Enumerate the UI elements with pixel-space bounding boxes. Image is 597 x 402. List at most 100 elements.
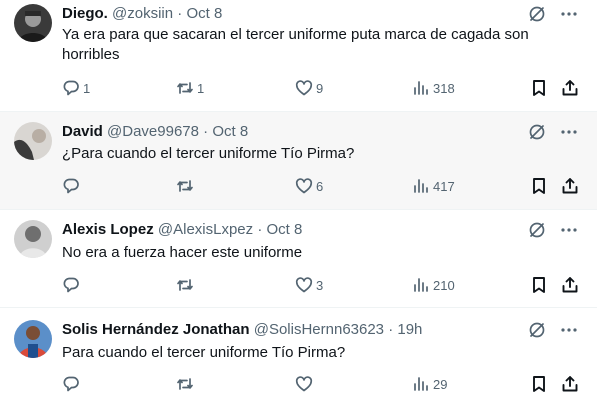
- separator-dot: ·: [203, 123, 209, 140]
- reply-icon: [62, 276, 80, 294]
- tweet[interactable]: David @Dave99678 · Oct 8 ¿Para cuando el…: [0, 112, 597, 210]
- display-name[interactable]: Solis Hernández Jonathan: [62, 321, 250, 338]
- repost-button[interactable]: [176, 374, 197, 394]
- views-count: 210: [433, 277, 455, 293]
- share-icon: [561, 375, 579, 393]
- display-name[interactable]: Diego.: [62, 5, 108, 22]
- share-button[interactable]: [561, 275, 579, 295]
- repost-button[interactable]: 1: [176, 78, 204, 98]
- like-icon: [295, 177, 313, 195]
- tweet-text: Ya era para que sacaran el tercer unifor…: [62, 26, 529, 63]
- action-bar: 3 210: [54, 275, 585, 295]
- like-count: 9: [316, 80, 324, 96]
- bookmark-icon: [530, 177, 548, 195]
- views-icon: [412, 177, 430, 195]
- more-icon[interactable]: [559, 122, 579, 142]
- reply-icon: [62, 79, 80, 97]
- repost-icon: [176, 276, 194, 294]
- views-count: 318: [433, 80, 455, 96]
- reply-button[interactable]: [62, 374, 83, 394]
- reply-button[interactable]: 1: [62, 78, 90, 98]
- share-button[interactable]: [561, 78, 579, 98]
- action-bar: 1 1 9 318: [54, 78, 585, 98]
- display-name[interactable]: Alexis Lopez: [62, 221, 154, 238]
- separator-dot: ·: [388, 321, 394, 338]
- bookmark-button[interactable]: [530, 275, 548, 295]
- views-button[interactable]: 210: [412, 275, 455, 295]
- like-button[interactable]: 6: [295, 176, 323, 196]
- tweet-header: Solis Hernández Jonathan @SolisHernn6362…: [62, 320, 533, 340]
- views-button[interactable]: 29: [412, 374, 447, 394]
- tweet[interactable]: Alexis Lopez @AlexisLxpez · Oct 8 No era…: [0, 210, 597, 308]
- avatar[interactable]: [14, 320, 52, 358]
- bookmark-button[interactable]: [530, 78, 548, 98]
- timestamp[interactable]: Oct 8: [212, 123, 248, 140]
- like-button[interactable]: [295, 374, 316, 394]
- more-icon[interactable]: [559, 220, 579, 240]
- repost-button[interactable]: [176, 275, 197, 295]
- tweet-header: Diego. @zoksiin · Oct 8: [62, 4, 533, 24]
- tweet-top-actions: [527, 4, 579, 24]
- user-handle[interactable]: @SolisHernn63623: [254, 321, 384, 338]
- repost-icon: [176, 375, 194, 393]
- views-button[interactable]: 417: [412, 176, 455, 196]
- like-button[interactable]: 9: [295, 78, 323, 98]
- action-bar: 29: [54, 374, 585, 394]
- tweet-text: No era a fuerza hacer este uniforme: [62, 244, 303, 261]
- bookmark-button[interactable]: [530, 374, 548, 394]
- tweet-top-actions: [527, 122, 579, 142]
- display-name[interactable]: David: [62, 123, 103, 140]
- like-icon: [295, 276, 313, 294]
- repost-icon: [176, 177, 194, 195]
- grok-icon[interactable]: [527, 4, 547, 24]
- like-button[interactable]: 3: [295, 275, 323, 295]
- grok-icon[interactable]: [527, 220, 547, 240]
- bookmark-icon: [530, 375, 548, 393]
- tweet[interactable]: Solis Hernández Jonathan @SolisHernn6362…: [0, 308, 597, 402]
- views-icon: [412, 276, 430, 294]
- share-icon: [561, 79, 579, 97]
- tweet-top-actions: [527, 320, 579, 340]
- avatar[interactable]: [14, 4, 52, 42]
- timestamp[interactable]: Oct 8: [186, 5, 222, 22]
- timestamp[interactable]: Oct 8: [267, 221, 303, 238]
- share-icon: [561, 276, 579, 294]
- like-count: 3: [316, 277, 324, 293]
- reply-button[interactable]: [62, 275, 83, 295]
- views-count: 417: [433, 178, 455, 194]
- avatar[interactable]: [14, 220, 52, 258]
- share-button[interactable]: [561, 374, 579, 394]
- views-icon: [412, 79, 430, 97]
- repost-button[interactable]: [176, 176, 197, 196]
- grok-icon[interactable]: [527, 320, 547, 340]
- separator-dot: ·: [177, 5, 183, 22]
- user-handle[interactable]: @zoksiin: [112, 5, 173, 22]
- repost-icon: [176, 79, 194, 97]
- user-handle[interactable]: @AlexisLxpez: [158, 221, 253, 238]
- tweet[interactable]: Diego. @zoksiin · Oct 8 Ya era para que …: [0, 0, 597, 112]
- views-icon: [412, 375, 430, 393]
- like-icon: [295, 375, 313, 393]
- views-button[interactable]: 318: [412, 78, 455, 98]
- tweet-text: ¿Para cuando el tercer uniforme Tío Pirm…: [62, 145, 355, 162]
- more-icon[interactable]: [559, 320, 579, 340]
- timestamp[interactable]: 19h: [397, 321, 422, 338]
- share-button[interactable]: [561, 176, 579, 196]
- tweet-text: Para cuando el tercer uniforme Tío Pirma…: [62, 344, 346, 361]
- tweet-top-actions: [527, 220, 579, 240]
- user-handle[interactable]: @Dave99678: [107, 123, 199, 140]
- reply-feed: Diego. @zoksiin · Oct 8 Ya era para que …: [0, 0, 597, 402]
- reply-button[interactable]: [62, 176, 83, 196]
- more-icon[interactable]: [559, 4, 579, 24]
- grok-icon[interactable]: [527, 122, 547, 142]
- reply-icon: [62, 177, 80, 195]
- like-icon: [295, 79, 313, 97]
- bookmark-button[interactable]: [530, 176, 548, 196]
- avatar[interactable]: [14, 122, 52, 160]
- bookmark-icon: [530, 276, 548, 294]
- bookmark-icon: [530, 79, 548, 97]
- action-bar: 6 417: [54, 176, 585, 196]
- views-count: 29: [433, 376, 448, 392]
- share-icon: [561, 177, 579, 195]
- reply-count: 1: [83, 80, 91, 96]
